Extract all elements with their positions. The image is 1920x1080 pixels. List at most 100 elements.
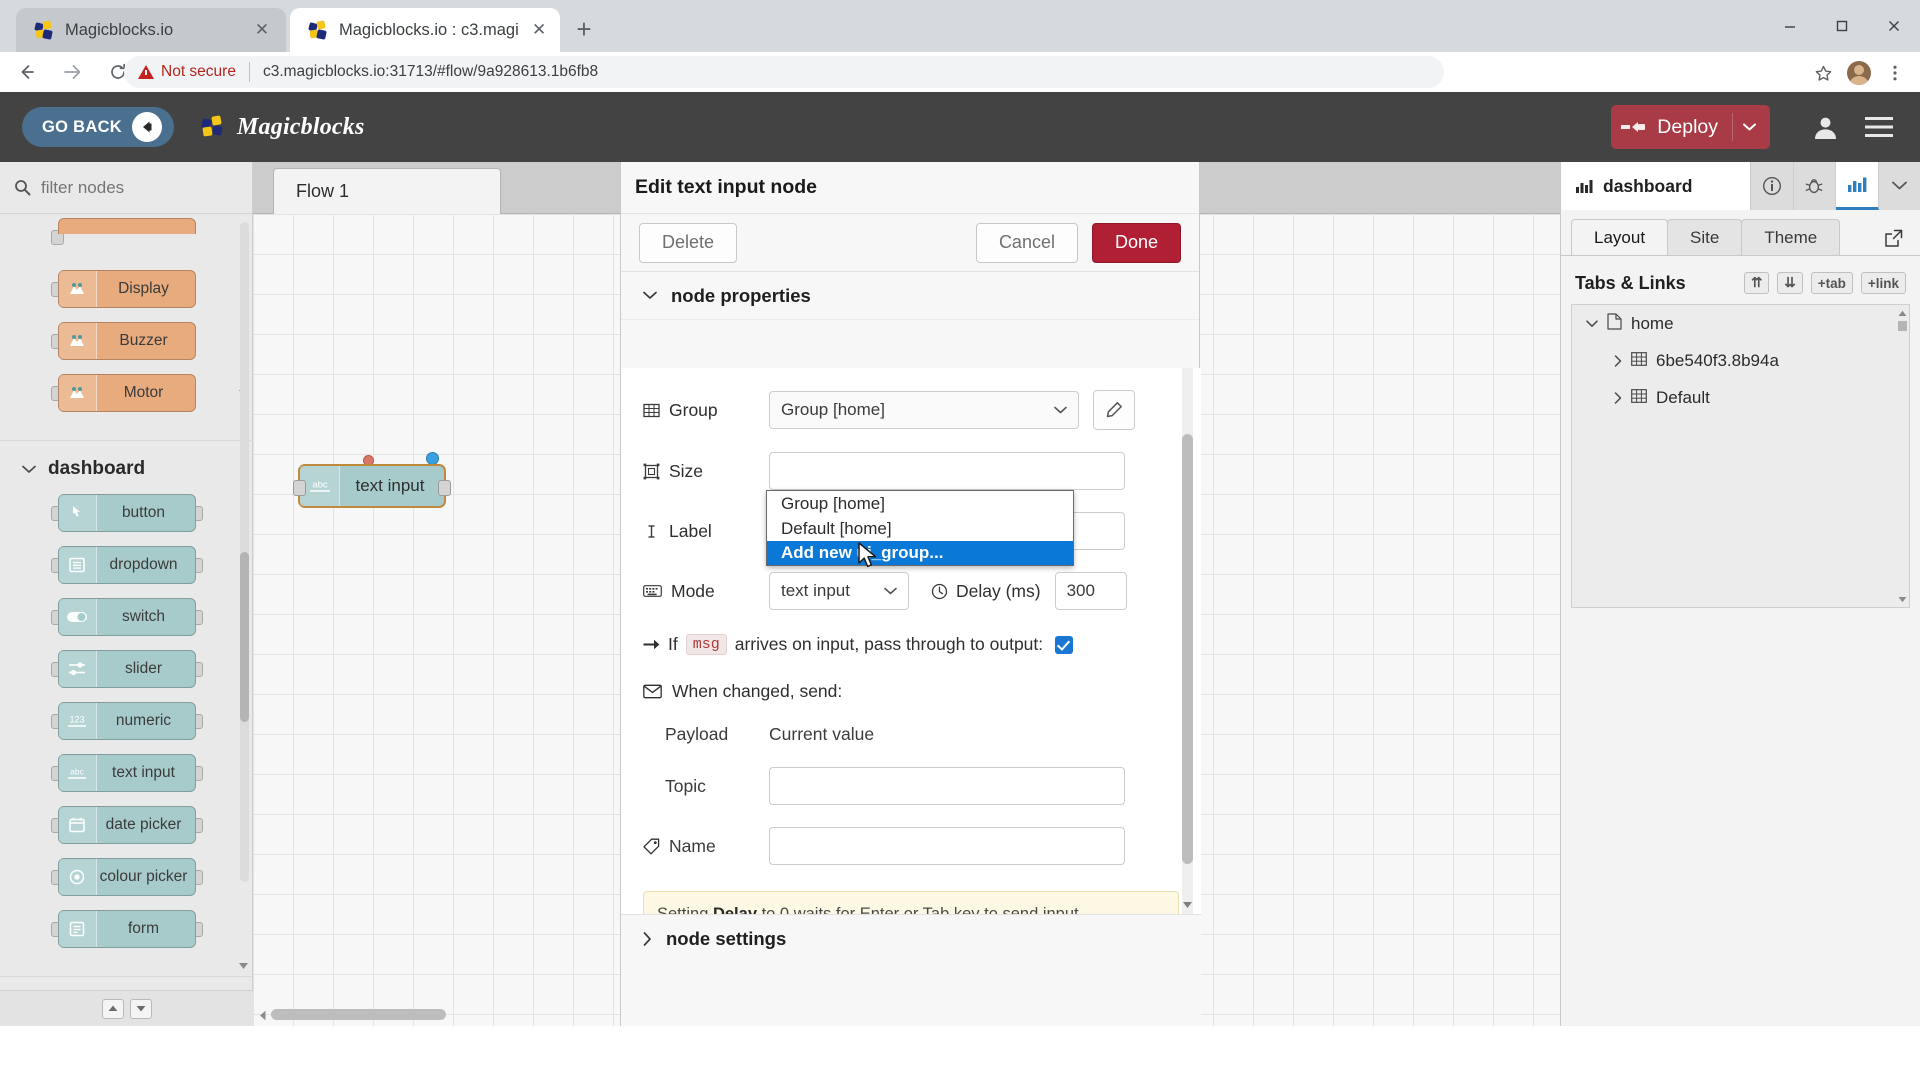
- sidebar-tab-layout[interactable]: [1836, 162, 1879, 210]
- node-chip[interactable]: abc text input: [57, 754, 196, 792]
- maximize-button[interactable]: [1816, 0, 1868, 52]
- cancel-button[interactable]: Cancel: [975, 222, 1078, 263]
- node-chip[interactable]: Display: [57, 270, 196, 308]
- browser-tab-1[interactable]: Magicblocks.io ✕: [16, 8, 286, 52]
- list-item[interactable]: [42, 218, 212, 256]
- dropdown-option-add-new-ui-group[interactable]: Add new ui_group...: [767, 541, 1073, 565]
- palette-node-buzzer[interactable]: Buzzer: [42, 322, 212, 360]
- dropdown-option-group-home[interactable]: Group [home]: [767, 491, 1073, 516]
- sidebar-tab-info[interactable]: [1751, 162, 1794, 210]
- chevron-right-icon[interactable]: [1614, 354, 1622, 367]
- node-chip[interactable]: Motor: [57, 374, 196, 412]
- topic-input[interactable]: [769, 767, 1125, 805]
- add-link-button[interactable]: +link: [1860, 272, 1906, 294]
- sidebar-tab-debug[interactable]: [1794, 162, 1836, 210]
- node-chip[interactable]: date picker: [57, 806, 196, 844]
- node-chip[interactable]: button: [57, 494, 196, 532]
- tree-scroll-down-icon[interactable]: [1896, 593, 1908, 605]
- passthrough-checkbox[interactable]: [1055, 635, 1074, 654]
- palette-group-dashboard-header[interactable]: dashboard: [0, 441, 253, 494]
- tree-item-group-6be540f3[interactable]: 6be540f3.8b94a: [1572, 342, 1909, 379]
- canvas-node-text-input[interactable]: abc text input: [293, 464, 451, 508]
- palette-node-text-input[interactable]: abc text input: [42, 754, 212, 792]
- bookmark-star-icon[interactable]: [1806, 56, 1840, 90]
- dialog-scrollbar[interactable]: [1182, 368, 1193, 914]
- palette-node-motor[interactable]: Motor: [42, 374, 212, 412]
- palette-node-switch[interactable]: switch: [42, 598, 212, 636]
- palette-node-date-picker[interactable]: date picker: [42, 806, 212, 844]
- tab-theme[interactable]: Theme: [1741, 219, 1841, 255]
- chevron-down-icon[interactable]: [1586, 319, 1598, 328]
- palette-scroll-down-icon[interactable]: [236, 958, 251, 973]
- node-chip[interactable]: dropdown: [57, 546, 196, 584]
- node-chip[interactable]: slider: [57, 650, 196, 688]
- delete-button[interactable]: Delete: [639, 222, 738, 263]
- expand-palette-button[interactable]: [129, 998, 152, 1019]
- node-chip[interactable]: [57, 218, 196, 234]
- palette-node-form[interactable]: form: [42, 910, 212, 948]
- canvas-scroll-left-icon[interactable]: [255, 1007, 271, 1023]
- delay-input[interactable]: 300: [1054, 572, 1127, 610]
- browser-tab-2-close-icon[interactable]: ✕: [530, 18, 548, 42]
- node-chip[interactable]: colour picker: [57, 858, 196, 896]
- chevron-right-icon[interactable]: [1614, 391, 1622, 404]
- mode-select[interactable]: text input: [769, 572, 909, 610]
- sidebar-tab-more[interactable]: [1879, 162, 1920, 210]
- palette-node-button[interactable]: button: [42, 494, 212, 532]
- dropdown-option-default-home[interactable]: Default [home]: [767, 516, 1073, 541]
- deploy-button[interactable]: Deploy: [1611, 105, 1770, 149]
- address-bar-url: c3.magicblocks.io:31713/#flow/9a928613.1…: [262, 63, 599, 80]
- forward-button[interactable]: [52, 52, 92, 92]
- not-secure-indicator[interactable]: Not secure: [138, 63, 236, 81]
- address-bar[interactable]: Not secure c3.magicblocks.io:31713/#flow…: [124, 56, 1444, 88]
- node-chip[interactable]: form: [57, 910, 196, 948]
- browser-tab-1-close-icon[interactable]: ✕: [250, 18, 274, 42]
- palette-node-display[interactable]: Display: [42, 270, 212, 308]
- hamburger-menu-icon[interactable]: [1852, 100, 1906, 154]
- palette-scrollbar[interactable]: [240, 222, 249, 882]
- palette-node-dropdown[interactable]: dropdown: [42, 546, 212, 584]
- tab-site[interactable]: Site: [1667, 219, 1743, 255]
- browser-menu-button[interactable]: [1878, 56, 1912, 90]
- node-chip[interactable]: Buzzer: [57, 322, 196, 360]
- go-back-button[interactable]: GO BACK: [22, 107, 174, 147]
- collapse-all-button[interactable]: ⇈: [1744, 272, 1770, 294]
- minimize-button[interactable]: [1764, 0, 1816, 52]
- new-tab-button[interactable]: +: [568, 13, 600, 45]
- payload-value[interactable]: Current value: [769, 724, 874, 745]
- palette-node-numeric[interactable]: 123 numeric: [42, 702, 212, 740]
- flow-tab-flow-1[interactable]: Flow 1: [273, 168, 501, 214]
- node-chip[interactable]: 123 numeric: [57, 702, 196, 740]
- size-button[interactable]: [769, 452, 1125, 490]
- group-select[interactable]: Group [home]: [769, 391, 1079, 429]
- browser-tab-2[interactable]: Magicblocks.io : c3.magicblocks.i ✕: [290, 8, 560, 52]
- palette-node-slider[interactable]: slider: [42, 650, 212, 688]
- node-settings-section-header[interactable]: node settings: [621, 915, 1201, 963]
- open-dashboard-external-icon[interactable]: [1876, 221, 1910, 255]
- sidebar-tab-dashboard[interactable]: dashboard: [1561, 162, 1751, 210]
- filter-nodes-input[interactable]: [41, 177, 231, 198]
- tab-layout[interactable]: Layout: [1571, 219, 1669, 255]
- tree-item-home[interactable]: home: [1572, 305, 1909, 342]
- done-button[interactable]: Done: [1091, 222, 1181, 263]
- node-chip[interactable]: switch: [57, 598, 196, 636]
- dialog-scroll-down-icon[interactable]: [1180, 898, 1194, 912]
- tree-scrollbar[interactable]: [1898, 321, 1907, 589]
- palette-node-colour-picker[interactable]: colour picker: [42, 858, 212, 896]
- profile-avatar[interactable]: [1842, 56, 1876, 90]
- close-window-button[interactable]: [1868, 0, 1920, 52]
- node-properties-section-header[interactable]: node properties: [621, 272, 1199, 320]
- edit-group-button[interactable]: [1093, 390, 1135, 430]
- user-account-icon[interactable]: [1798, 100, 1852, 154]
- collapse-palette-button[interactable]: [101, 998, 124, 1019]
- group-dropdown-options[interactable]: Group [home] Default [home] Add new ui_g…: [766, 490, 1074, 566]
- deploy-chevron-down-icon[interactable]: [1732, 113, 1766, 141]
- add-tab-button[interactable]: +tab: [1810, 272, 1853, 294]
- back-button[interactable]: [6, 52, 46, 92]
- node-port-left[interactable]: [293, 480, 306, 496]
- node-port-right[interactable]: [438, 480, 451, 496]
- name-input[interactable]: [769, 827, 1125, 865]
- tree-scroll-up-icon[interactable]: [1896, 307, 1908, 319]
- tree-item-group-default[interactable]: Default: [1572, 379, 1909, 416]
- expand-all-button[interactable]: ⇊: [1777, 272, 1803, 294]
